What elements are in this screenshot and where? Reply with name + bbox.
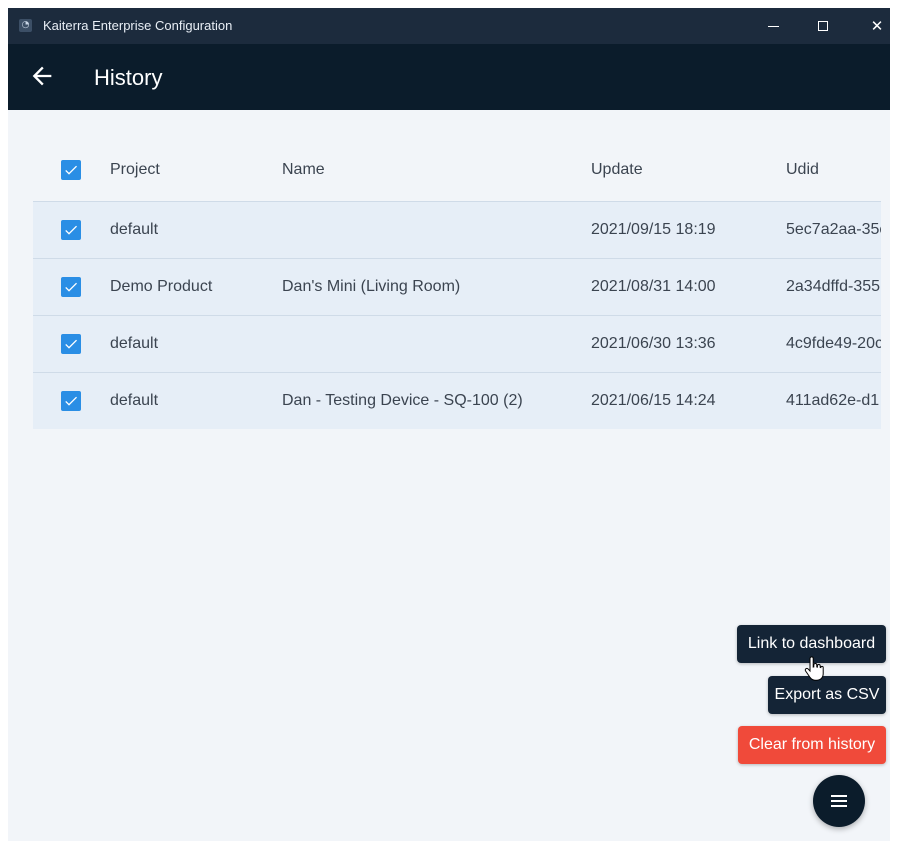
app-window: ◔ Kaiterra Enterprise Configuration ✕ Hi… bbox=[8, 8, 890, 841]
close-button[interactable]: ✕ bbox=[854, 8, 890, 44]
table-row[interactable]: default Dan - Testing Device - SQ-100 (2… bbox=[33, 372, 881, 429]
cell-update: 2021/08/31 14:00 bbox=[591, 278, 716, 295]
cell-udid: 4c9fde49-20c bbox=[786, 335, 881, 352]
cell-project: default bbox=[110, 221, 159, 238]
row-checkbox[interactable] bbox=[61, 220, 81, 240]
table-header-row: Project Name Update Udid bbox=[33, 138, 881, 201]
checkmark-icon bbox=[65, 396, 77, 406]
cell-udid: 411ad62e-d1 bbox=[786, 392, 880, 409]
minimize-button[interactable] bbox=[750, 8, 796, 44]
hand-pointer-icon bbox=[804, 656, 824, 681]
maximize-button[interactable] bbox=[800, 8, 846, 44]
cell-name: Dan's Mini (Living Room) bbox=[282, 278, 461, 295]
window-titlebar[interactable]: ◔ Kaiterra Enterprise Configuration ✕ bbox=[8, 8, 890, 44]
menu-icon bbox=[831, 792, 847, 810]
cell-project: default bbox=[110, 392, 159, 409]
maximize-icon bbox=[818, 21, 828, 31]
column-header-udid[interactable]: Udid bbox=[786, 138, 881, 201]
checkmark-icon bbox=[65, 339, 77, 349]
cell-update: 2021/06/15 14:24 bbox=[591, 392, 716, 409]
cell-udid: 2a34dffd-355 bbox=[786, 278, 881, 295]
select-all-checkbox[interactable] bbox=[61, 159, 81, 180]
app-header: History bbox=[8, 44, 890, 110]
cell-project: Demo Product bbox=[110, 278, 213, 295]
cell-name bbox=[282, 316, 572, 372]
checkmark-icon bbox=[65, 282, 77, 292]
cell-update: 2021/06/30 13:36 bbox=[591, 335, 716, 352]
minimize-icon bbox=[767, 25, 779, 27]
clear-from-history-button[interactable]: Clear from history bbox=[738, 726, 886, 764]
kaiterra-logo-icon: ◔ bbox=[19, 19, 32, 32]
arrow-left-icon[interactable] bbox=[28, 62, 56, 90]
export-csv-button[interactable]: Export as CSV bbox=[768, 676, 886, 714]
table-row[interactable]: default 2021/06/30 13:36 4c9fde49-20c bbox=[33, 315, 881, 372]
page-title: History bbox=[94, 65, 163, 90]
row-checkbox[interactable] bbox=[61, 334, 81, 354]
column-header-name[interactable]: Name bbox=[282, 138, 572, 201]
menu-fab-button[interactable] bbox=[813, 775, 865, 827]
cell-name bbox=[282, 202, 572, 258]
close-icon: ✕ bbox=[870, 17, 884, 35]
row-checkbox[interactable] bbox=[61, 391, 81, 411]
window-title: Kaiterra Enterprise Configuration bbox=[43, 18, 233, 33]
cell-udid: 5ec7a2aa-35c bbox=[786, 221, 881, 238]
row-checkbox[interactable] bbox=[61, 277, 81, 297]
checkmark-icon bbox=[65, 225, 77, 235]
cell-update: 2021/09/15 18:19 bbox=[591, 221, 716, 238]
table-row[interactable]: default 2021/09/15 18:19 5ec7a2aa-35c bbox=[33, 201, 881, 258]
cell-name: Dan - Testing Device - SQ-100 (2) bbox=[282, 392, 523, 409]
column-header-update[interactable]: Update bbox=[591, 138, 761, 201]
column-header-project[interactable]: Project bbox=[110, 138, 270, 201]
history-table: Project Name Update Udid default 2021/09… bbox=[33, 138, 881, 429]
checkmark-icon bbox=[65, 165, 77, 175]
cell-project: default bbox=[110, 335, 159, 352]
table-row[interactable]: Demo Product Dan's Mini (Living Room) 20… bbox=[33, 258, 881, 315]
